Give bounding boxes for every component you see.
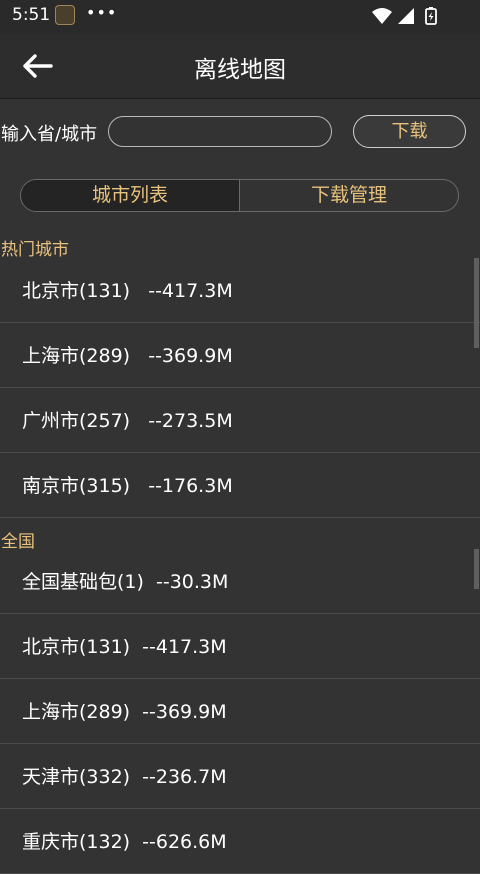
list-item-label: 天津市(332) --236.7M — [22, 766, 227, 788]
list-item[interactable]: 全国基础包(1) --30.3M — [0, 549, 480, 614]
list-item[interactable]: 重庆市(132) --626.6M — [0, 809, 480, 874]
scrollbar-national[interactable] — [474, 549, 479, 589]
app-bar: 离线地图 — [0, 34, 480, 99]
status-time: 5:51 — [12, 5, 51, 25]
app-notification-icon — [55, 5, 75, 25]
list-item-label: 南京市(315) --176.3M — [22, 475, 233, 497]
list-item[interactable]: 广州市(257) --273.5M — [0, 388, 480, 453]
page-title: 离线地图 — [194, 57, 286, 83]
battery-icon — [425, 7, 437, 25]
list-item-label: 上海市(289) --369.9M — [22, 345, 233, 367]
list-item[interactable]: 北京市(131) --417.3M — [0, 614, 480, 679]
list-item-label: 重庆市(132) --626.6M — [22, 831, 227, 853]
section-header-hot-cities: 热门城市 — [1, 240, 69, 260]
wifi-icon — [372, 8, 392, 24]
download-button[interactable]: 下载 — [353, 115, 466, 148]
list-item-label: 北京市(131) --417.3M — [22, 636, 227, 658]
scrollbar-hot-cities[interactable] — [474, 258, 479, 348]
more-notifications-icon: ••• — [86, 3, 118, 22]
list-item[interactable]: 上海市(289) --369.9M — [0, 679, 480, 744]
list-item-label: 北京市(131) --417.3M — [22, 280, 233, 302]
list-item-label: 全国基础包(1) --30.3M — [22, 571, 229, 593]
list-item-label: 上海市(289) --369.9M — [22, 701, 227, 723]
status-bar: 5:51 ••• — [0, 0, 480, 34]
list-item[interactable]: 上海市(289) --369.9M — [0, 323, 480, 388]
signal-icon — [398, 8, 414, 24]
tab-city-list[interactable]: 城市列表 — [21, 180, 240, 211]
status-indicators — [372, 6, 446, 30]
list-item[interactable]: 天津市(332) --236.7M — [0, 744, 480, 809]
search-label: 输入省/城市 — [1, 124, 98, 145]
list-item-label: 广州市(257) --273.5M — [22, 410, 233, 432]
list-item[interactable]: 北京市(131) --417.3M — [0, 258, 480, 323]
list-item[interactable]: 南京市(315) --176.3M — [0, 453, 480, 518]
tab-bar: 城市列表 下载管理 — [20, 179, 459, 212]
tab-download-manager[interactable]: 下载管理 — [240, 180, 458, 211]
city-search-input[interactable] — [108, 116, 332, 147]
